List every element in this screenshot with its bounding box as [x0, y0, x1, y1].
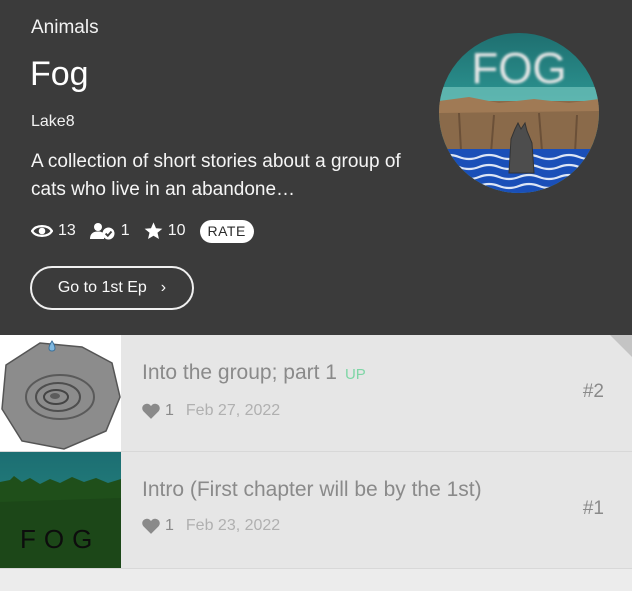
episode-title: Intro (First chapter will be by the 1st) [142, 478, 482, 501]
likes-count: 10 [167, 222, 186, 239]
page-corner-marker [610, 335, 632, 357]
series-title: Fog [30, 55, 89, 93]
author-name[interactable]: Lake8 [31, 113, 75, 131]
views-stat: 13 [31, 222, 76, 240]
chevron-right-icon: › [160, 279, 167, 296]
heart-icon [142, 403, 160, 419]
genre-label[interactable]: Animals [31, 17, 99, 39]
episode-date: Feb 27, 2022 [185, 402, 281, 419]
stats-row: 13 1 10 RATE [31, 218, 254, 244]
episode-like-count: 1 [165, 402, 174, 419]
episode-row-2[interactable]: Into the group; part 1 UP 1 Feb 27, 2022 … [0, 335, 632, 452]
go-to-first-episode-button[interactable]: Go to 1st Ep › [30, 266, 194, 310]
episode-number: #2 [582, 381, 604, 402]
thumbnail-text: FOG [20, 524, 100, 554]
episode-date: Feb 23, 2022 [185, 517, 281, 534]
up-badge: UP [344, 366, 366, 383]
views-count: 13 [58, 222, 76, 239]
episode-meta: 1 Feb 27, 2022 [142, 402, 280, 420]
series-header: Animals Fog Lake8 A collection of short … [0, 0, 632, 335]
subscriber-check-icon [89, 223, 115, 240]
episode-meta: 1 Feb 23, 2022 [142, 517, 280, 535]
series-cover-image[interactable]: FOG [439, 33, 599, 193]
episode-list: Into the group; part 1 UP 1 Feb 27, 2022 … [0, 335, 632, 569]
subscribers-count: 1 [120, 222, 130, 239]
episode-like-count: 1 [165, 517, 174, 534]
episode-title-row: Into the group; part 1 UP [142, 361, 366, 385]
episode-row-1[interactable]: FOG Intro (First chapter will be by the … [0, 452, 632, 569]
episode-thumbnail [0, 335, 121, 451]
series-description[interactable]: A collection of short stories about a gr… [31, 148, 411, 204]
episode-number: #1 [582, 498, 604, 519]
go-to-first-label: Go to 1st Ep [57, 279, 147, 296]
subscribers-stat: 1 [89, 222, 130, 240]
star-icon [144, 222, 163, 240]
eye-icon [31, 225, 53, 237]
rate-button[interactable]: RATE [199, 219, 254, 243]
likes-stat: 10 [144, 222, 186, 240]
episode-title: Into the group; part 1 [142, 361, 337, 384]
cover-text: FOG [471, 44, 566, 93]
episode-thumbnail: FOG [0, 452, 121, 568]
heart-icon [142, 518, 160, 534]
